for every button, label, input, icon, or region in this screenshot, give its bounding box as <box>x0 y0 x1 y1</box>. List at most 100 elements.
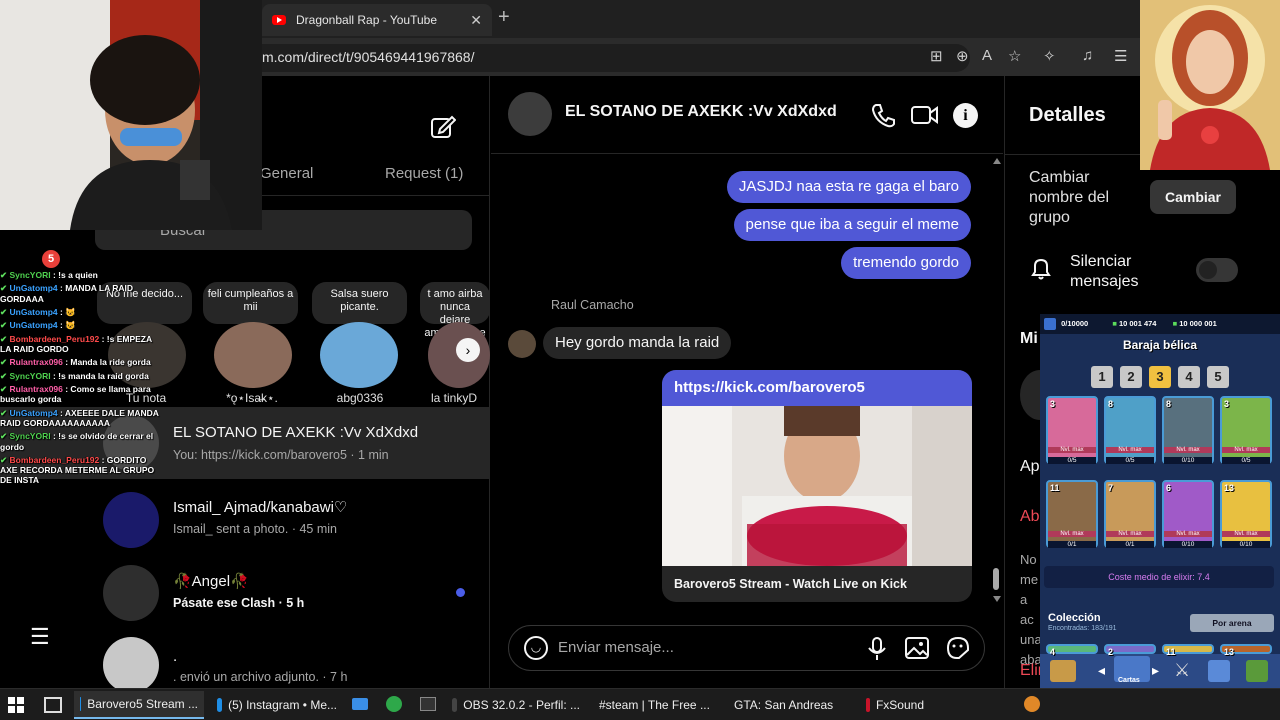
scroll-up-icon[interactable] <box>993 158 1001 164</box>
deck-card[interactable]: 3 Nvl. max 0/5 <box>1220 396 1272 464</box>
message-bubble-received[interactable]: Hey gordo manda la raid <box>543 327 732 359</box>
zoom-icon[interactable]: ⊕ <box>956 47 969 65</box>
deck-card[interactable]: 8 Nvl. max 0/5 <box>1104 396 1156 464</box>
collections-icon[interactable]: ♫ <box>1082 47 1093 64</box>
card-count: 0/5 <box>1048 457 1096 464</box>
link-preview-card[interactable]: https://kick.com/barovero5 Barovero5 Str… <box>662 370 972 602</box>
deck-slot-button[interactable]: 2 <box>1120 366 1142 388</box>
group-avatar[interactable] <box>508 92 552 136</box>
chat-title[interactable]: EL SOTANO DE AXEKK :Vv XdXdxd <box>565 103 837 121</box>
stream-chat-message: : 😺 <box>57 306 76 317</box>
note-bubble[interactable]: feli cumpleaños a mii <box>203 282 298 324</box>
start-button[interactable] <box>8 697 24 718</box>
note-bubble[interactable]: t amo airba nunca dejare amarte , vue <box>420 282 490 339</box>
app-icon <box>866 698 870 712</box>
rename-button[interactable]: Cambiar <box>1150 180 1236 214</box>
message-input[interactable]: Enviar mensaje... <box>558 639 674 656</box>
chevron-right-icon[interactable]: › <box>456 338 480 362</box>
link-caption[interactable]: Barovero5 Stream - Watch Live on Kick <box>674 577 907 591</box>
taskbar-app[interactable]: Barovero5 Stream ... <box>74 691 204 719</box>
stream-chat-line: ✔ Rulantrax096 : Manda la ride gorda <box>0 357 160 367</box>
message-bubble-sent[interactable]: pense que iba a seguir el meme <box>733 209 971 241</box>
mute-toggle[interactable] <box>1196 258 1238 282</box>
shop-icon[interactable] <box>1050 660 1076 682</box>
taskbar-app[interactable]: OBS 32.0.2 - Perfil: ... <box>446 691 586 719</box>
link-url[interactable]: https://kick.com/barovero5 <box>662 370 972 406</box>
compose-icon[interactable] <box>430 114 456 140</box>
phone-icon[interactable] <box>870 102 896 128</box>
deck-card[interactable]: 13 Nvl. max 0/10 <box>1220 480 1272 548</box>
tray-icon[interactable] <box>1024 696 1040 712</box>
note-avatar[interactable] <box>320 322 398 388</box>
browser-tab[interactable]: Dragonball Rap - YouTube ✕ <box>262 4 492 36</box>
rename-group-label: Cambiar nombre del grupo <box>1029 169 1110 226</box>
deck-card[interactable]: 7 Nvl. max 0/1 <box>1104 480 1156 548</box>
taskbar-app[interactable]: #steam | The Free ... <box>587 691 715 719</box>
apps-icon[interactable]: ⊞ <box>930 47 943 65</box>
collection-card[interactable]: 2 <box>1104 644 1156 657</box>
extensions-icon[interactable]: ✧ <box>1043 47 1056 65</box>
mail-icon[interactable] <box>352 698 368 710</box>
conversation-title[interactable]: Ismail_ Ajmad/kanabawi♡ <box>173 498 347 516</box>
taskbar-app-label: GTA: San Andreas <box>734 698 834 712</box>
terminal-icon[interactable] <box>420 697 436 711</box>
events-icon[interactable] <box>1246 660 1268 682</box>
deck-card[interactable]: 6 Nvl. max 0/10 <box>1162 480 1214 548</box>
deck-slot-button[interactable]: 3 <box>1149 366 1171 388</box>
tab-divider <box>250 195 490 196</box>
chevron-right-icon[interactable]: ▸ <box>1152 662 1159 679</box>
info-icon[interactable]: i <box>953 103 978 128</box>
tab-general[interactable]: General <box>260 165 313 182</box>
image-icon[interactable] <box>904 636 930 660</box>
menu-icon[interactable]: ☰ <box>30 626 52 648</box>
conversation-title[interactable]: . <box>173 648 177 665</box>
close-tab-icon[interactable]: ✕ <box>470 12 482 29</box>
message-bubble-sent[interactable]: tremendo gordo <box>841 247 971 279</box>
note-bubble[interactable]: Salsa suero picante. <box>312 282 407 324</box>
card-level: 13 <box>1224 483 1235 493</box>
conversation-title[interactable]: 🥀Angel🥀 <box>173 572 249 590</box>
mute-messages-label: Silenciar mensajes <box>1070 253 1139 290</box>
scroll-thumb[interactable] <box>993 568 999 590</box>
scroll-down-icon[interactable] <box>993 596 1001 602</box>
collection-card[interactable]: 11 <box>1162 644 1214 657</box>
deck-card[interactable]: 8 Nvl. max 0/10 <box>1162 396 1214 464</box>
conversation-title[interactable]: EL SOTANO DE AXEKK :Vv XdXdxd <box>173 424 418 441</box>
read-aloud-icon[interactable]: A <box>982 47 992 64</box>
chevron-left-icon[interactable]: ◂ <box>1098 662 1105 679</box>
url-text[interactable]: m.com/direct/t/905469441967868/ <box>262 49 474 65</box>
stream-chat-line: ✔ UnGatomp4 : 😺 <box>0 320 160 330</box>
whatsapp-icon[interactable] <box>386 696 402 712</box>
collection-card[interactable]: 13 <box>1220 644 1272 657</box>
taskbar-app[interactable]: GTA: San Andreas <box>722 691 833 719</box>
tab-request[interactable]: Request (1) <box>385 165 463 182</box>
deck-slot-button[interactable]: 4 <box>1178 366 1200 388</box>
card-count: 0/5 <box>1222 457 1270 464</box>
card-max-label: Nvl. max <box>1222 447 1270 453</box>
battle-icon[interactable]: ⚔ <box>1174 660 1190 681</box>
task-view-icon[interactable] <box>44 697 62 713</box>
deck-slot-button[interactable]: 1 <box>1091 366 1113 388</box>
note-avatar[interactable] <box>214 322 292 388</box>
deck-card[interactable]: 3 Nvl. max 0/5 <box>1046 396 1098 464</box>
sender-avatar[interactable] <box>508 330 536 358</box>
taskbar-app[interactable]: FxSound <box>860 691 930 719</box>
sort-by-arena-button[interactable]: Por arena <box>1190 614 1274 632</box>
deck-card[interactable]: 11 Nvl. max 0/1 <box>1046 480 1098 548</box>
sticker-icon[interactable] <box>945 636 971 660</box>
clan-icon[interactable] <box>1208 660 1230 682</box>
windows-icon[interactable] <box>8 697 24 713</box>
emoji-icon[interactable]: ◡ <box>524 636 548 660</box>
collection-card[interactable]: 4 <box>1046 644 1098 657</box>
chat-scrollbar[interactable] <box>992 158 1001 604</box>
video-call-icon[interactable] <box>910 102 940 128</box>
microphone-icon[interactable] <box>866 636 888 662</box>
leave-chat-link[interactable]: Ab <box>1020 508 1040 526</box>
new-tab-icon[interactable]: + <box>498 6 510 29</box>
favorites-icon[interactable]: ☰ <box>1114 47 1127 65</box>
favorite-star-icon[interactable]: ☆ <box>1008 47 1021 65</box>
card-level: 4 <box>1050 647 1056 657</box>
message-bubble-sent[interactable]: JASJDJ naa esta re gaga el baro <box>726 171 971 203</box>
taskbar-app[interactable]: (5) Instagram • Me... <box>211 691 343 719</box>
deck-slot-button[interactable]: 5 <box>1207 366 1229 388</box>
